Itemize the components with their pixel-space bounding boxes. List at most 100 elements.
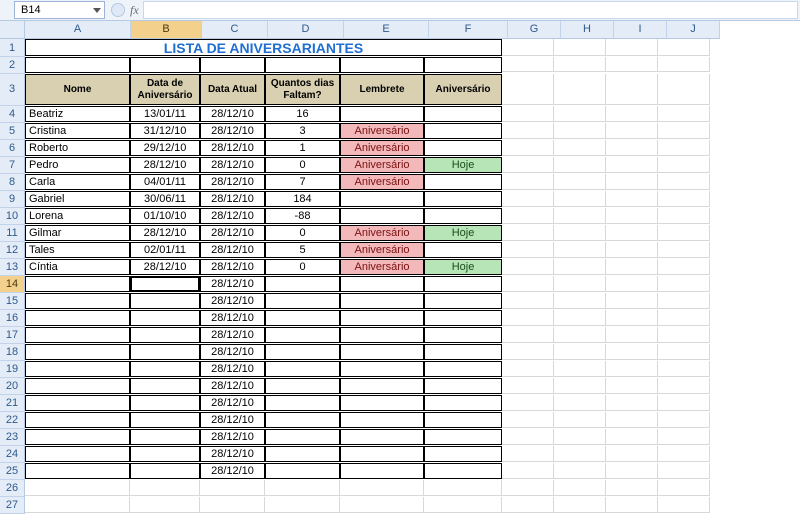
cell[interactable]	[658, 310, 710, 326]
cell[interactable]	[424, 480, 502, 496]
row-header[interactable]: 7	[0, 157, 25, 174]
cell-days[interactable]: 0	[265, 157, 340, 173]
cell[interactable]	[554, 310, 606, 326]
cell[interactable]	[554, 429, 606, 445]
cell[interactable]	[340, 344, 424, 360]
cell[interactable]: 28/12/10	[200, 446, 265, 462]
col-header-D[interactable]: D	[268, 21, 344, 39]
cell[interactable]	[606, 327, 658, 343]
cell-anniv[interactable]	[424, 140, 502, 156]
row-header[interactable]: 21	[0, 395, 25, 412]
cell[interactable]	[502, 310, 554, 326]
cell[interactable]	[606, 174, 658, 190]
cell-reminder[interactable]: Aniversário	[340, 157, 424, 173]
cell-reminder[interactable]: Aniversário	[340, 140, 424, 156]
cell[interactable]	[130, 412, 200, 428]
cell[interactable]	[554, 74, 606, 105]
cell[interactable]	[606, 361, 658, 377]
cell[interactable]: 28/12/10	[200, 463, 265, 479]
cell[interactable]	[554, 497, 606, 513]
cell[interactable]	[606, 429, 658, 445]
cell[interactable]	[265, 429, 340, 445]
cell[interactable]	[130, 327, 200, 343]
col-header-E[interactable]: E	[344, 21, 429, 39]
col-header-B[interactable]: B	[131, 21, 202, 39]
cell[interactable]: 28/12/10	[200, 412, 265, 428]
cell[interactable]	[606, 140, 658, 156]
cell[interactable]: 28/12/10	[200, 395, 265, 411]
fx-icon[interactable]: fx	[130, 0, 139, 20]
cell[interactable]	[502, 157, 554, 173]
cell-anniv[interactable]	[424, 191, 502, 207]
row-header[interactable]: 20	[0, 378, 25, 395]
row-header[interactable]: 6	[0, 140, 25, 157]
cell[interactable]	[554, 276, 606, 292]
cell[interactable]	[658, 123, 710, 139]
cell[interactable]	[658, 429, 710, 445]
cell[interactable]: 28/12/10	[200, 310, 265, 326]
cell[interactable]	[554, 480, 606, 496]
name-box[interactable]: B14	[14, 1, 105, 19]
cell[interactable]	[554, 463, 606, 479]
row-header[interactable]: 15	[0, 293, 25, 310]
cell[interactable]	[606, 395, 658, 411]
cell[interactable]	[340, 310, 424, 326]
cell[interactable]	[606, 157, 658, 173]
cell[interactable]	[554, 344, 606, 360]
cell-anniv[interactable]: Hoje	[424, 157, 502, 173]
row-header[interactable]: 11	[0, 225, 25, 242]
cell[interactable]	[554, 106, 606, 122]
cell[interactable]	[502, 208, 554, 224]
cell-reminder[interactable]: Aniversário	[340, 123, 424, 139]
cell[interactable]	[265, 378, 340, 394]
cell[interactable]	[200, 497, 265, 513]
cell[interactable]	[265, 293, 340, 309]
cell[interactable]	[130, 429, 200, 445]
cell[interactable]	[25, 293, 130, 309]
cell[interactable]	[340, 395, 424, 411]
cell[interactable]	[340, 480, 424, 496]
cell-today[interactable]: 28/12/10	[200, 106, 265, 122]
cell[interactable]	[658, 412, 710, 428]
cell[interactable]	[424, 446, 502, 462]
cell[interactable]	[502, 123, 554, 139]
cell[interactable]	[606, 39, 658, 56]
cell-anniv[interactable]	[424, 174, 502, 190]
cell[interactable]	[424, 378, 502, 394]
cell[interactable]	[340, 276, 424, 292]
cell[interactable]	[130, 446, 200, 462]
cell-anniv[interactable]	[424, 242, 502, 258]
cell[interactable]	[554, 225, 606, 241]
cell[interactable]	[424, 429, 502, 445]
cell-today[interactable]: 28/12/10	[200, 157, 265, 173]
cell-bday[interactable]: 04/01/11	[130, 174, 200, 190]
cell-today[interactable]: 28/12/10	[200, 225, 265, 241]
cell[interactable]	[658, 242, 710, 258]
cell-days[interactable]: 16	[265, 106, 340, 122]
cell[interactable]	[658, 276, 710, 292]
cell[interactable]	[424, 293, 502, 309]
cell[interactable]	[25, 327, 130, 343]
cell[interactable]	[265, 412, 340, 428]
cell[interactable]	[606, 310, 658, 326]
cell[interactable]	[658, 39, 710, 56]
col-header-H[interactable]: H	[561, 21, 614, 39]
col-header-anniv[interactable]: Aniversário	[424, 74, 502, 105]
cell[interactable]	[502, 242, 554, 258]
col-header-bday[interactable]: Data de Aniversário	[130, 74, 200, 105]
cell[interactable]	[130, 310, 200, 326]
col-header-C[interactable]: C	[202, 21, 268, 39]
cell[interactable]	[554, 208, 606, 224]
cell-name[interactable]: Tales	[25, 242, 130, 258]
cell-today[interactable]: 28/12/10	[200, 174, 265, 190]
cell-days[interactable]: 0	[265, 225, 340, 241]
insert-function-circle-icon[interactable]	[111, 3, 125, 17]
cell-anniv[interactable]	[424, 106, 502, 122]
cell[interactable]: 28/12/10	[200, 327, 265, 343]
cell[interactable]	[130, 378, 200, 394]
cell[interactable]	[502, 106, 554, 122]
cell-today[interactable]: 28/12/10	[200, 140, 265, 156]
cell[interactable]: 28/12/10	[200, 378, 265, 394]
cell-name[interactable]: Cristina	[25, 123, 130, 139]
row-header[interactable]: 22	[0, 412, 25, 429]
